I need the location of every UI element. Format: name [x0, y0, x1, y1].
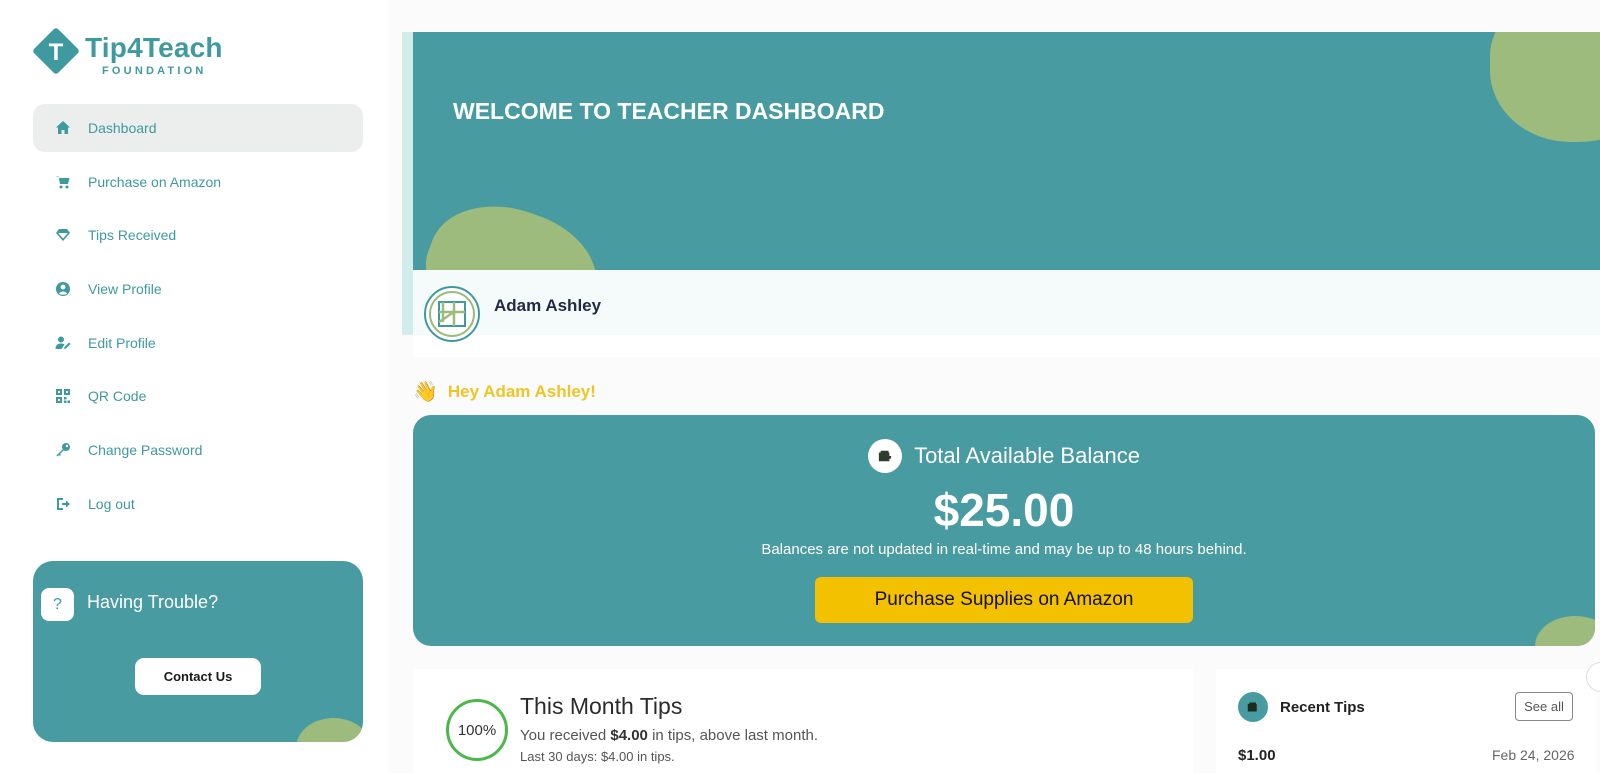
- brand-name: Tip4Teach: [85, 32, 223, 63]
- home-icon: [53, 118, 73, 138]
- month-tips-title: This Month Tips: [520, 693, 683, 719]
- sidebar: T Tip4Teach FOUNDATION Dashboard Purchas…: [0, 0, 388, 773]
- user-circle-icon: [53, 279, 73, 299]
- sidebar-item-label: View Profile: [88, 281, 162, 298]
- sidebar-item-edit-profile[interactable]: Edit Profile: [33, 319, 363, 367]
- sidebar-item-view-profile[interactable]: View Profile: [33, 265, 363, 313]
- decorative-blob: [413, 184, 613, 270]
- brand-logo[interactable]: T Tip4Teach FOUNDATION: [31, 26, 234, 82]
- balance-note: Balances are not updated in real-time an…: [761, 541, 1247, 558]
- wallet-icon: [868, 439, 903, 473]
- page-title: WELCOME TO TEACHER DASHBOARD: [453, 98, 885, 124]
- sidebar-item-label: Purchase on Amazon: [88, 173, 222, 190]
- decorative-blob: [1535, 616, 1595, 646]
- help-card: ? Having Trouble? Contact Us: [33, 561, 363, 742]
- logout-icon: [53, 494, 73, 514]
- greeting-text: Hey Adam Ashley!: [447, 381, 596, 401]
- waving-hand-icon: 👋: [413, 381, 438, 403]
- month-tips-sub: Last 30 days: $4.00 in tips.: [520, 749, 675, 764]
- help-title: Having Trouble?: [87, 592, 219, 612]
- user-edit-icon: [53, 333, 73, 353]
- summary-amount: $4.00: [610, 727, 648, 744]
- sidebar-item-tips-received[interactable]: Tips Received: [33, 211, 363, 259]
- decorative-blob: [1490, 32, 1600, 142]
- app-root: T Tip4Teach FOUNDATION Dashboard Purchas…: [0, 0, 1600, 773]
- balance-title: Total Available Balance: [914, 443, 1140, 468]
- sidebar-item-label: Edit Profile: [88, 334, 156, 351]
- balance-header: Total Available Balance: [413, 439, 1595, 473]
- sidebar-item-label: Log out: [88, 495, 135, 512]
- sidebar-item-label: QR Code: [88, 388, 147, 405]
- summary-prefix: You received: [520, 727, 611, 744]
- recent-tips-title: Recent Tips: [1280, 699, 1365, 716]
- diamond-icon: [53, 225, 73, 245]
- profile-bar: Adam Ashley: [413, 270, 1600, 357]
- see-all-button[interactable]: See all: [1515, 692, 1573, 721]
- balance-card: Total Available Balance $25.00 Balances …: [413, 415, 1595, 646]
- brand-subtitle: FOUNDATION: [102, 65, 207, 77]
- month-tips-card: 100% This Month Tips You received $4.00 …: [413, 669, 1193, 773]
- tip-amount: $1.00: [1238, 747, 1276, 764]
- qrcode-icon: [53, 386, 73, 406]
- sidebar-item-qr-code[interactable]: QR Code: [33, 372, 363, 420]
- balance-amount: $25.00: [933, 484, 1075, 536]
- sidebar-item-dashboard[interactable]: Dashboard: [33, 104, 363, 152]
- greeting: 👋 Hey Adam Ashley!: [413, 379, 596, 404]
- sidebar-item-change-password[interactable]: Change Password: [33, 426, 363, 474]
- progress-ring: 100%: [446, 699, 508, 761]
- wallet-icon: [1238, 692, 1268, 722]
- decorative-blob: [296, 718, 363, 742]
- logo-mark-letter: T: [48, 39, 64, 66]
- sidebar-item-label: Dashboard: [88, 120, 157, 136]
- avatar: [424, 286, 480, 342]
- sidebar-item-label: Change Password: [88, 442, 203, 459]
- recent-tips-card: Recent Tips See all $1.00 Feb 24, 2026: [1216, 669, 1596, 773]
- month-tips-summary: You received $4.00 in tips, above last m…: [520, 727, 818, 744]
- sidebar-item-log-out[interactable]: Log out: [33, 480, 363, 528]
- question-icon: ?: [41, 588, 74, 621]
- welcome-banner: WELCOME TO TEACHER DASHBOARD: [413, 32, 1600, 270]
- sidebar-nav: Dashboard Purchase on Amazon Tips Receiv…: [33, 104, 363, 534]
- summary-suffix: in tips, above last month.: [647, 727, 818, 744]
- tip-date: Feb 24, 2026: [1492, 747, 1575, 763]
- sidebar-item-purchase-on-amazon[interactable]: Purchase on Amazon: [33, 158, 363, 206]
- key-icon: [53, 440, 73, 460]
- hero-accent-strip: [402, 32, 413, 335]
- profile-name: Adam Ashley: [494, 296, 602, 315]
- cart-icon: [53, 172, 73, 192]
- contact-us-button[interactable]: Contact Us: [135, 658, 261, 695]
- purchase-supplies-button[interactable]: Purchase Supplies on Amazon: [815, 577, 1193, 623]
- sidebar-item-label: Tips Received: [88, 227, 177, 244]
